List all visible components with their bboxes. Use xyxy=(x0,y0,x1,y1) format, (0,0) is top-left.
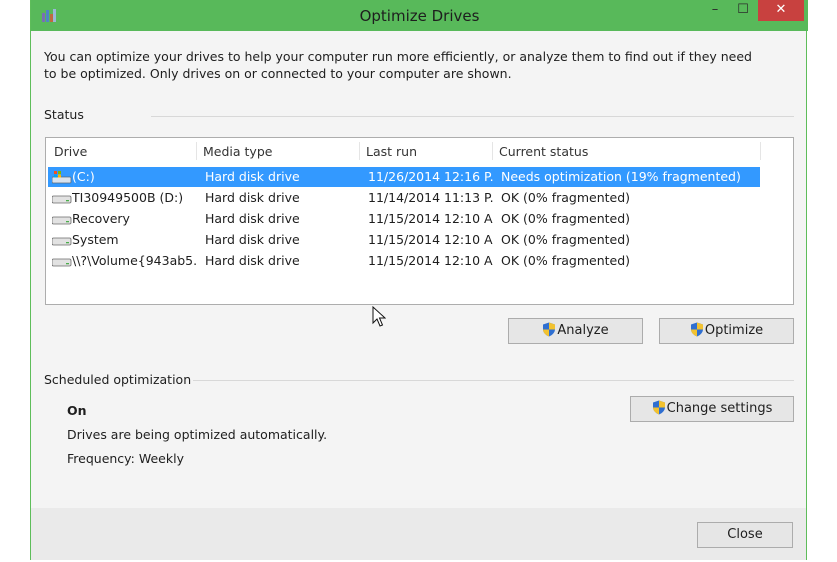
analyze-label: Analyze xyxy=(557,323,609,338)
column-header-media-type[interactable]: Media type xyxy=(203,144,272,159)
media-type: Hard disk drive xyxy=(205,211,300,226)
intro-text: You can optimize your drives to help you… xyxy=(44,49,752,81)
media-type: Hard disk drive xyxy=(205,190,300,205)
hard-drive-icon xyxy=(51,192,72,208)
scheduled-section-label: Scheduled optimization xyxy=(44,372,192,387)
schedule-description: Drives are being optimized automatically… xyxy=(67,427,328,442)
media-type: Hard disk drive xyxy=(205,253,300,268)
analyze-button[interactable]: Analyze xyxy=(508,318,643,344)
window-close-button[interactable]: ✕ xyxy=(758,0,804,21)
media-type: Hard disk drive xyxy=(205,232,300,247)
hard-drive-icon xyxy=(51,234,72,250)
media-type: Hard disk drive xyxy=(205,169,300,184)
optimize-button[interactable]: Optimize xyxy=(659,318,794,344)
scheduled-separator xyxy=(193,380,794,381)
schedule-state: On xyxy=(67,403,87,418)
optimize-drives-window: Optimize Drives – ☐ ✕ You can optimize y… xyxy=(30,0,808,560)
drive-list[interactable]: Drive Media type Last run Current status… xyxy=(45,137,794,305)
uac-shield-icon xyxy=(542,322,556,346)
close-button[interactable]: Close xyxy=(697,522,793,548)
drive-name: System xyxy=(72,232,119,247)
drive-row-c[interactable]: (C:) Hard disk drive 11/26/2014 12:16 P.… xyxy=(48,167,760,187)
change-settings-button[interactable]: Change settings xyxy=(630,396,794,422)
column-divider[interactable] xyxy=(760,142,761,160)
current-status: OK (0% fragmented) xyxy=(501,232,631,247)
hard-drive-icon xyxy=(51,213,72,229)
drive-row-d[interactable]: TI30949500B (D:) Hard disk drive 11/14/2… xyxy=(48,188,760,208)
current-status: Needs optimization (19% fragmented) xyxy=(501,169,741,184)
drive-name: \\?\Volume{943ab5... xyxy=(72,253,198,268)
status-section-label: Status xyxy=(44,107,84,122)
drive-name: (C:) xyxy=(72,169,95,184)
drive-name: Recovery xyxy=(72,211,130,226)
column-header-drive[interactable]: Drive xyxy=(54,144,87,159)
optimize-label: Optimize xyxy=(704,323,764,338)
current-status: OK (0% fragmented) xyxy=(501,211,631,226)
drive-row-recovery[interactable]: Recovery Hard disk drive 11/15/2014 12:1… xyxy=(48,209,760,229)
column-divider[interactable] xyxy=(492,142,493,160)
window-title: Optimize Drives xyxy=(359,7,480,25)
current-status: OK (0% fragmented) xyxy=(501,190,631,205)
last-run: 11/26/2014 12:16 P... xyxy=(368,169,493,184)
last-run: 11/15/2014 12:10 A... xyxy=(368,232,493,247)
drive-row-system[interactable]: System Hard disk drive 11/15/2014 12:10 … xyxy=(48,230,760,250)
uac-shield-icon xyxy=(690,322,704,346)
hard-drive-icon xyxy=(51,255,72,271)
schedule-frequency: Frequency: Weekly xyxy=(67,451,184,466)
dialog-footer xyxy=(31,508,806,560)
column-divider[interactable] xyxy=(196,142,197,160)
mouse-cursor-icon xyxy=(372,305,387,331)
column-header-last-run[interactable]: Last run xyxy=(366,144,417,159)
uac-shield-icon xyxy=(652,400,666,424)
last-run: 11/15/2014 12:10 A... xyxy=(368,253,493,268)
minimize-button[interactable]: – xyxy=(703,0,727,21)
column-divider[interactable] xyxy=(359,142,360,160)
column-header-current-status[interactable]: Current status xyxy=(499,144,588,159)
last-run: 11/14/2014 11:13 P... xyxy=(368,190,493,205)
change-settings-label: Change settings xyxy=(666,401,773,416)
drive-row-volume[interactable]: \\?\Volume{943ab5... Hard disk drive 11/… xyxy=(48,251,760,271)
last-run: 11/15/2014 12:10 A... xyxy=(368,211,493,226)
current-status: OK (0% fragmented) xyxy=(501,253,631,268)
title-bar[interactable]: Optimize Drives – ☐ ✕ xyxy=(31,0,808,31)
drive-name: TI30949500B (D:) xyxy=(72,190,184,205)
status-separator xyxy=(151,116,794,117)
system-drive-icon xyxy=(51,171,72,187)
maximize-button[interactable]: ☐ xyxy=(731,0,755,21)
